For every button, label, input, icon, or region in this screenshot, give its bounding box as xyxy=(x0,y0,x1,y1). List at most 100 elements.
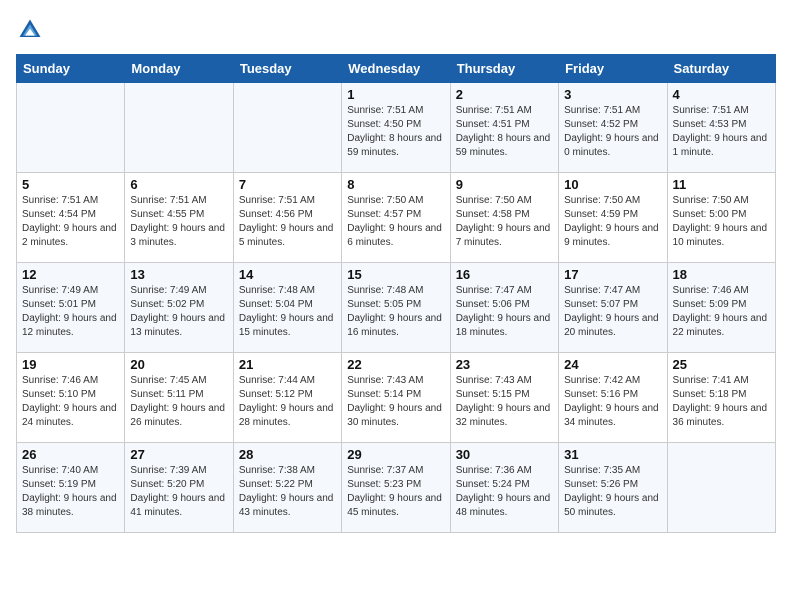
day-number: 11 xyxy=(673,177,770,192)
day-info: Sunrise: 7:50 AM Sunset: 4:57 PM Dayligh… xyxy=(347,194,444,250)
day-info: Sunrise: 7:47 AM Sunset: 5:07 PM Dayligh… xyxy=(564,284,661,340)
calendar-week-row: 19 Sunrise: 7:46 AM Sunset: 5:10 PM Dayli… xyxy=(17,353,776,443)
calendar-cell: 1Sunrise: 7:51 AM Sunset: 4:50 PM Daylig… xyxy=(342,83,450,173)
day-info: Sunrise: 7:35 AM Sunset: 5:26 PM Dayligh… xyxy=(564,464,661,520)
day-info: Sunrise: 7:50 AM Sunset: 4:59 PM Dayligh… xyxy=(564,194,661,250)
calendar-cell: 4 Sunrise: 7:51 AM Sunset: 4:53 PM Daylig… xyxy=(667,83,775,173)
calendar-cell: 7Sunrise: 7:51 AM Sunset: 4:56 PM Daylig… xyxy=(233,173,341,263)
calendar-cell: 20 Sunrise: 7:45 AM Sunset: 5:11 PM Dayli… xyxy=(125,353,233,443)
calendar-cell: 14 Sunrise: 7:48 AM Sunset: 5:04 PM Dayli… xyxy=(233,263,341,353)
logo-icon xyxy=(16,16,44,44)
weekday-header: Wednesday xyxy=(342,55,450,83)
day-number: 21 xyxy=(239,357,336,372)
day-number: 26 xyxy=(22,447,119,462)
day-number: 8 xyxy=(347,177,444,192)
day-number: 9 xyxy=(456,177,553,192)
day-number: 30 xyxy=(456,447,553,462)
calendar-cell: 8 Sunrise: 7:50 AM Sunset: 4:57 PM Daylig… xyxy=(342,173,450,263)
day-info: Sunrise: 7:48 AM Sunset: 5:05 PM Dayligh… xyxy=(347,284,444,340)
day-number: 14 xyxy=(239,267,336,282)
calendar-cell: 27 Sunrise: 7:39 AM Sunset: 5:20 PM Dayli… xyxy=(125,443,233,533)
calendar-cell: 16Sunrise: 7:47 AM Sunset: 5:06 PM Dayli… xyxy=(450,263,558,353)
day-info: Sunrise: 7:45 AM Sunset: 5:11 PM Dayligh… xyxy=(130,374,227,430)
weekday-header: Tuesday xyxy=(233,55,341,83)
calendar-cell: 26 Sunrise: 7:40 AM Sunset: 5:19 PM Dayli… xyxy=(17,443,125,533)
day-info: Sunrise: 7:44 AM Sunset: 5:12 PM Dayligh… xyxy=(239,374,336,430)
calendar-cell: 5 Sunrise: 7:51 AM Sunset: 4:54 PM Daylig… xyxy=(17,173,125,263)
calendar-cell: 13 Sunrise: 7:49 AM Sunset: 5:02 PM Dayli… xyxy=(125,263,233,353)
calendar-cell: 23 Sunrise: 7:43 AM Sunset: 5:15 PM Dayli… xyxy=(450,353,558,443)
calendar-cell: 11Sunrise: 7:50 AM Sunset: 5:00 PM Dayli… xyxy=(667,173,775,263)
calendar-cell: 15 Sunrise: 7:48 AM Sunset: 5:05 PM Dayli… xyxy=(342,263,450,353)
day-info: Sunrise: 7:39 AM Sunset: 5:20 PM Dayligh… xyxy=(130,464,227,520)
day-number: 29 xyxy=(347,447,444,462)
day-number: 5 xyxy=(22,177,119,192)
day-info: Sunrise: 7:51 AM Sunset: 4:54 PM Dayligh… xyxy=(22,194,119,250)
day-number: 15 xyxy=(347,267,444,282)
day-info: Sunrise: 7:51 AM Sunset: 4:51 PM Dayligh… xyxy=(456,104,553,160)
day-info: Sunrise: 7:42 AM Sunset: 5:16 PM Dayligh… xyxy=(564,374,661,430)
calendar-week-row: 5 Sunrise: 7:51 AM Sunset: 4:54 PM Daylig… xyxy=(17,173,776,263)
calendar-cell: 21 Sunrise: 7:44 AM Sunset: 5:12 PM Dayli… xyxy=(233,353,341,443)
day-info: Sunrise: 7:37 AM Sunset: 5:23 PM Dayligh… xyxy=(347,464,444,520)
calendar-cell: 3 Sunrise: 7:51 AM Sunset: 4:52 PM Daylig… xyxy=(559,83,667,173)
calendar-cell: 2 Sunrise: 7:51 AM Sunset: 4:51 PM Daylig… xyxy=(450,83,558,173)
calendar-cell: 9 Sunrise: 7:50 AM Sunset: 4:58 PM Daylig… xyxy=(450,173,558,263)
calendar-cell: 10Sunrise: 7:50 AM Sunset: 4:59 PM Dayli… xyxy=(559,173,667,263)
day-number: 4 xyxy=(673,87,770,102)
day-number: 19 xyxy=(22,357,119,372)
calendar-week-row: 12 Sunrise: 7:49 AM Sunset: 5:01 PM Dayli… xyxy=(17,263,776,353)
calendar-cell xyxy=(233,83,341,173)
day-info: Sunrise: 7:46 AM Sunset: 5:09 PM Dayligh… xyxy=(673,284,770,340)
day-info: Sunrise: 7:49 AM Sunset: 5:01 PM Dayligh… xyxy=(22,284,119,340)
calendar-week-row: 1Sunrise: 7:51 AM Sunset: 4:50 PM Daylig… xyxy=(17,83,776,173)
day-info: Sunrise: 7:38 AM Sunset: 5:22 PM Dayligh… xyxy=(239,464,336,520)
page-header xyxy=(16,16,776,44)
day-info: Sunrise: 7:46 AM Sunset: 5:10 PM Dayligh… xyxy=(22,374,119,430)
day-number: 16 xyxy=(456,267,553,282)
calendar-cell: 6 Sunrise: 7:51 AM Sunset: 4:55 PM Daylig… xyxy=(125,173,233,263)
day-number: 12 xyxy=(22,267,119,282)
calendar-header: SundayMondayTuesdayWednesdayThursdayFrid… xyxy=(17,55,776,83)
day-number: 27 xyxy=(130,447,227,462)
calendar-week-row: 26 Sunrise: 7:40 AM Sunset: 5:19 PM Dayli… xyxy=(17,443,776,533)
day-number: 3 xyxy=(564,87,661,102)
calendar-cell: 18 Sunrise: 7:46 AM Sunset: 5:09 PM Dayli… xyxy=(667,263,775,353)
day-info: Sunrise: 7:40 AM Sunset: 5:19 PM Dayligh… xyxy=(22,464,119,520)
day-info: Sunrise: 7:48 AM Sunset: 5:04 PM Dayligh… xyxy=(239,284,336,340)
weekday-header: Friday xyxy=(559,55,667,83)
calendar-cell xyxy=(125,83,233,173)
day-number: 28 xyxy=(239,447,336,462)
day-number: 17 xyxy=(564,267,661,282)
day-info: Sunrise: 7:49 AM Sunset: 5:02 PM Dayligh… xyxy=(130,284,227,340)
day-number: 7 xyxy=(239,177,336,192)
calendar-cell: 29 Sunrise: 7:37 AM Sunset: 5:23 PM Dayli… xyxy=(342,443,450,533)
day-number: 25 xyxy=(673,357,770,372)
day-number: 31 xyxy=(564,447,661,462)
calendar-cell: 19 Sunrise: 7:46 AM Sunset: 5:10 PM Dayli… xyxy=(17,353,125,443)
day-number: 13 xyxy=(130,267,227,282)
weekday-header: Monday xyxy=(125,55,233,83)
day-info: Sunrise: 7:43 AM Sunset: 5:15 PM Dayligh… xyxy=(456,374,553,430)
weekday-header: Thursday xyxy=(450,55,558,83)
day-number: 1 xyxy=(347,87,444,102)
day-info: Sunrise: 7:50 AM Sunset: 4:58 PM Dayligh… xyxy=(456,194,553,250)
day-number: 18 xyxy=(673,267,770,282)
calendar-cell: 28 Sunrise: 7:38 AM Sunset: 5:22 PM Dayli… xyxy=(233,443,341,533)
calendar-cell xyxy=(667,443,775,533)
day-info: Sunrise: 7:41 AM Sunset: 5:18 PM Dayligh… xyxy=(673,374,770,430)
day-number: 6 xyxy=(130,177,227,192)
day-number: 23 xyxy=(456,357,553,372)
day-number: 2 xyxy=(456,87,553,102)
logo xyxy=(16,16,48,44)
day-info: Sunrise: 7:51 AM Sunset: 4:52 PM Dayligh… xyxy=(564,104,661,160)
day-number: 20 xyxy=(130,357,227,372)
day-number: 22 xyxy=(347,357,444,372)
weekday-header: Sunday xyxy=(17,55,125,83)
day-info: Sunrise: 7:51 AM Sunset: 4:55 PM Dayligh… xyxy=(130,194,227,250)
day-info: Sunrise: 7:51 AM Sunset: 4:53 PM Dayligh… xyxy=(673,104,770,160)
day-info: Sunrise: 7:36 AM Sunset: 5:24 PM Dayligh… xyxy=(456,464,553,520)
calendar-cell: 25 Sunrise: 7:41 AM Sunset: 5:18 PM Dayli… xyxy=(667,353,775,443)
calendar-cell: 12 Sunrise: 7:49 AM Sunset: 5:01 PM Dayli… xyxy=(17,263,125,353)
day-info: Sunrise: 7:43 AM Sunset: 5:14 PM Dayligh… xyxy=(347,374,444,430)
